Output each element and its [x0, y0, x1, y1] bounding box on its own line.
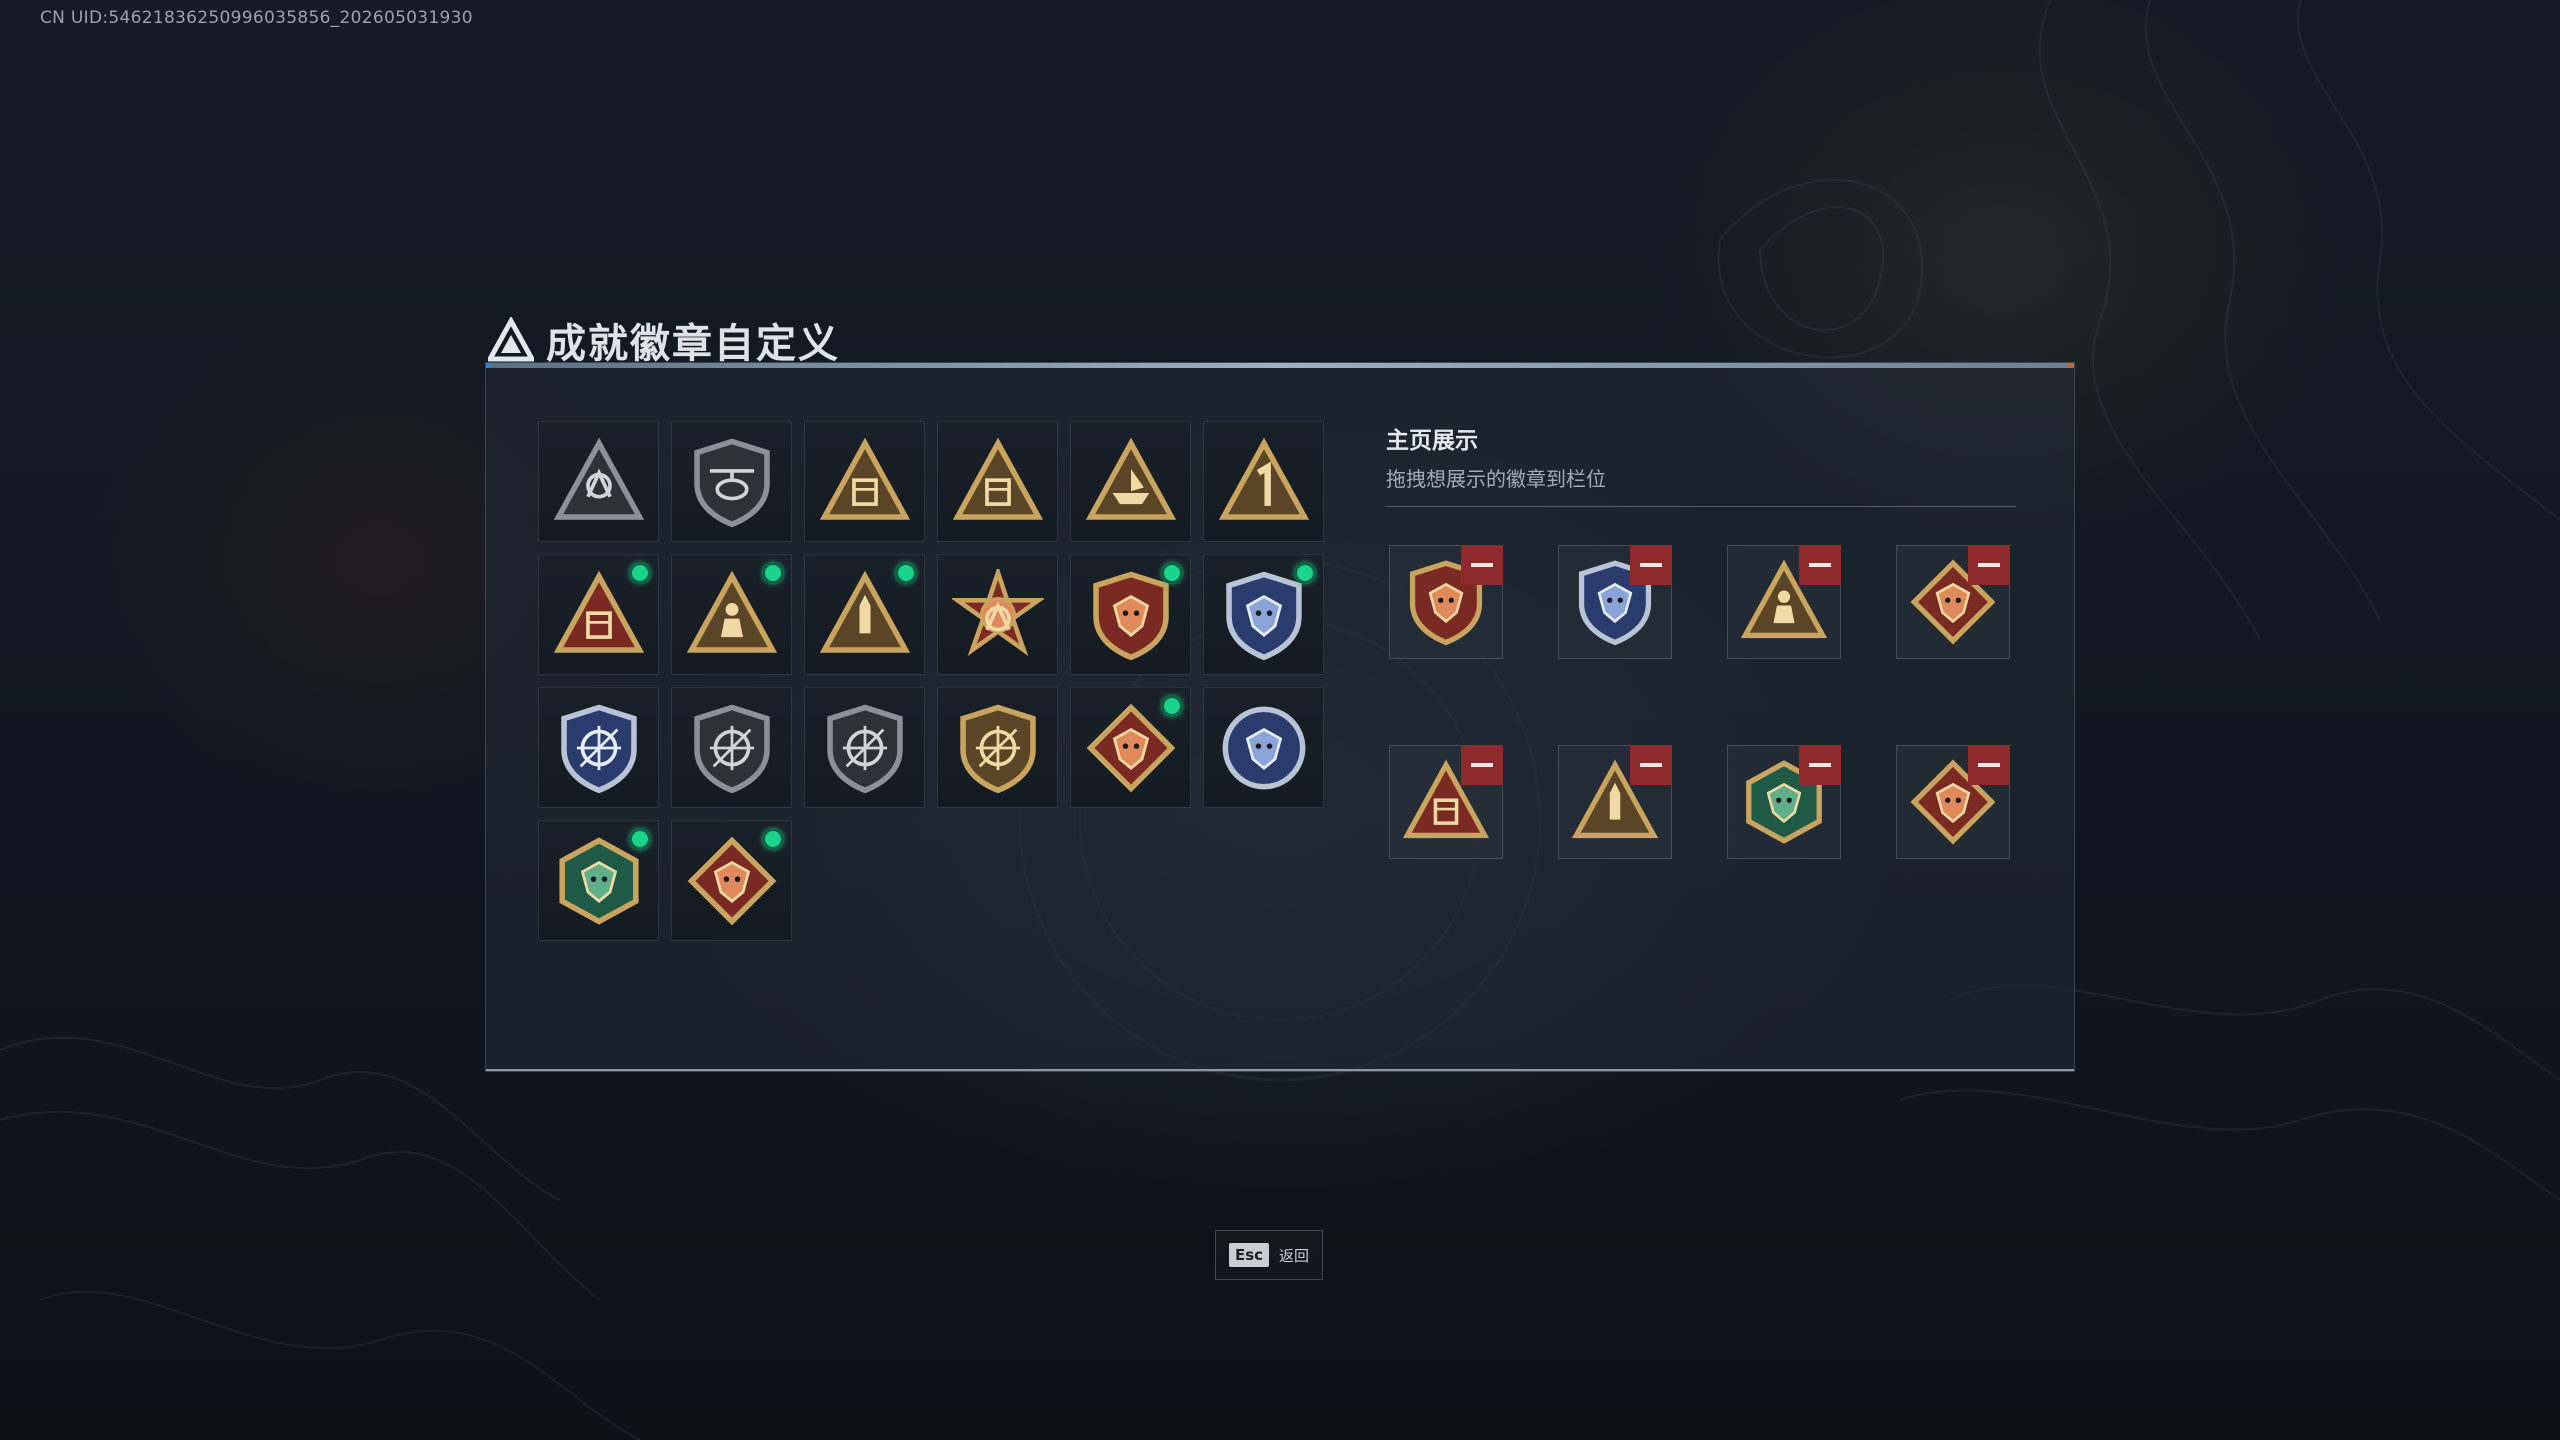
- crate-58-triangle-badge-icon: [952, 437, 1043, 520]
- remove-badge-button[interactable]: [1461, 745, 1503, 785]
- badge-tile[interactable]: [804, 554, 925, 675]
- red-dragon-diamond-badge-icon: [687, 836, 776, 925]
- remove-badge-button[interactable]: [1630, 545, 1672, 585]
- showcase-slot[interactable]: [1727, 545, 1841, 659]
- back-label: 返回: [1279, 1246, 1310, 1265]
- new-indicator-dot: [763, 829, 783, 849]
- new-indicator-dot: [1162, 696, 1182, 716]
- shield-triangle-badge-icon: [553, 437, 644, 520]
- new-indicator-dot: [1295, 563, 1315, 583]
- new-indicator-dot: [630, 563, 650, 583]
- badge-tile[interactable]: [937, 687, 1058, 808]
- badge-tile[interactable]: [538, 687, 659, 808]
- red-eagle-shield-badge-icon: [1092, 571, 1169, 660]
- remove-badge-button[interactable]: [1968, 545, 2010, 585]
- uid-label: CN UID:54621836250996035856_202605031930: [40, 8, 473, 28]
- badge-tile[interactable]: [538, 554, 659, 675]
- badge-tile[interactable]: [1203, 554, 1324, 675]
- panel-top-divider: [486, 363, 2074, 368]
- badge-tile[interactable]: [538, 820, 659, 941]
- helicopter-badge-icon: [693, 438, 770, 527]
- panel-bottom-divider: [486, 1069, 2074, 1071]
- remove-badge-button[interactable]: [1461, 545, 1503, 585]
- showcase-slot[interactable]: [1896, 745, 2010, 859]
- badge-tile[interactable]: [1203, 421, 1324, 542]
- showcase-slot[interactable]: [1558, 745, 1672, 859]
- badge-tile[interactable]: [1070, 421, 1191, 542]
- new-indicator-dot: [896, 563, 916, 583]
- boat-triangle-badge-icon: [1085, 437, 1176, 520]
- number-one-triangle-badge-icon: [1218, 437, 1309, 520]
- badge-tile[interactable]: [804, 687, 925, 808]
- missile-triangle-badge-icon: [819, 570, 910, 653]
- showcase-slot[interactable]: [1896, 545, 2010, 659]
- wolf-diamond-badge-icon: [1086, 703, 1175, 792]
- new-indicator-dot: [763, 563, 783, 583]
- soldier-triangle-badge-icon: [686, 570, 777, 653]
- remove-badge-button[interactable]: [1799, 545, 1841, 585]
- minus-icon: [1640, 763, 1662, 767]
- minus-icon: [1640, 563, 1662, 567]
- green-dragon-hexagon-badge-icon: [558, 836, 639, 925]
- sniper-shield-badge-icon: [826, 704, 903, 793]
- badge-tile[interactable]: [671, 421, 792, 542]
- blue-crosshair-shield-badge-icon: [560, 704, 637, 793]
- page-header: 成就徽章自定义: [488, 310, 840, 370]
- badge-tile[interactable]: [937, 421, 1058, 542]
- new-indicator-dot: [1162, 563, 1182, 583]
- showcase-divider: [1386, 506, 2016, 507]
- minus-icon: [1809, 763, 1831, 767]
- page-title: 成就徽章自定义: [546, 321, 840, 367]
- crate-triangle-badge-icon: [819, 437, 910, 520]
- badge-tile[interactable]: [804, 421, 925, 542]
- minus-icon: [1809, 563, 1831, 567]
- badge-tile[interactable]: [671, 687, 792, 808]
- remove-badge-button[interactable]: [1968, 745, 2010, 785]
- esc-key-hint: Esc: [1228, 1243, 1270, 1267]
- gold-crosshair-shield-badge-icon: [959, 704, 1036, 793]
- back-button[interactable]: Esc 返回: [1215, 1230, 1323, 1280]
- rifle-shield-badge-icon: [693, 704, 770, 793]
- minus-icon: [1471, 763, 1493, 767]
- badge-tile[interactable]: [538, 421, 659, 542]
- remove-badge-button[interactable]: [1630, 745, 1672, 785]
- badge-tile[interactable]: [937, 554, 1058, 675]
- minus-icon: [1978, 763, 2000, 767]
- badge-tile[interactable]: [1070, 554, 1191, 675]
- homepage-showcase: 主页展示 拖拽想展示的徽章到栏位: [1386, 421, 2016, 859]
- star-medal-badge-icon: [951, 568, 1044, 656]
- showcase-slots: [1389, 545, 2010, 859]
- showcase-slot[interactable]: [1389, 745, 1503, 859]
- showcase-slot[interactable]: [1389, 545, 1503, 659]
- showcase-slot[interactable]: [1727, 745, 1841, 859]
- delta-logo-icon: [488, 317, 534, 362]
- showcase-title: 主页展示: [1386, 428, 1478, 454]
- badge-tile[interactable]: [1203, 687, 1324, 808]
- badge-tile[interactable]: [671, 554, 792, 675]
- eagle-circle-badge-icon: [1222, 706, 1305, 789]
- minus-icon: [1978, 563, 2000, 567]
- badge-customization-panel: 主页展示 拖拽想展示的徽章到栏位: [485, 362, 2075, 1072]
- new-indicator-dot: [630, 829, 650, 849]
- badge-tile[interactable]: [1070, 687, 1191, 808]
- showcase-slot[interactable]: [1558, 545, 1672, 659]
- minus-icon: [1471, 563, 1493, 567]
- badge-collection-grid: [538, 421, 1324, 941]
- red-crate-triangle-badge-icon: [553, 570, 644, 653]
- badge-tile[interactable]: [671, 820, 792, 941]
- showcase-subtitle: 拖拽想展示的徽章到栏位: [1386, 467, 1606, 491]
- blue-eagle-shield-badge-icon: [1225, 571, 1302, 660]
- remove-badge-button[interactable]: [1799, 745, 1841, 785]
